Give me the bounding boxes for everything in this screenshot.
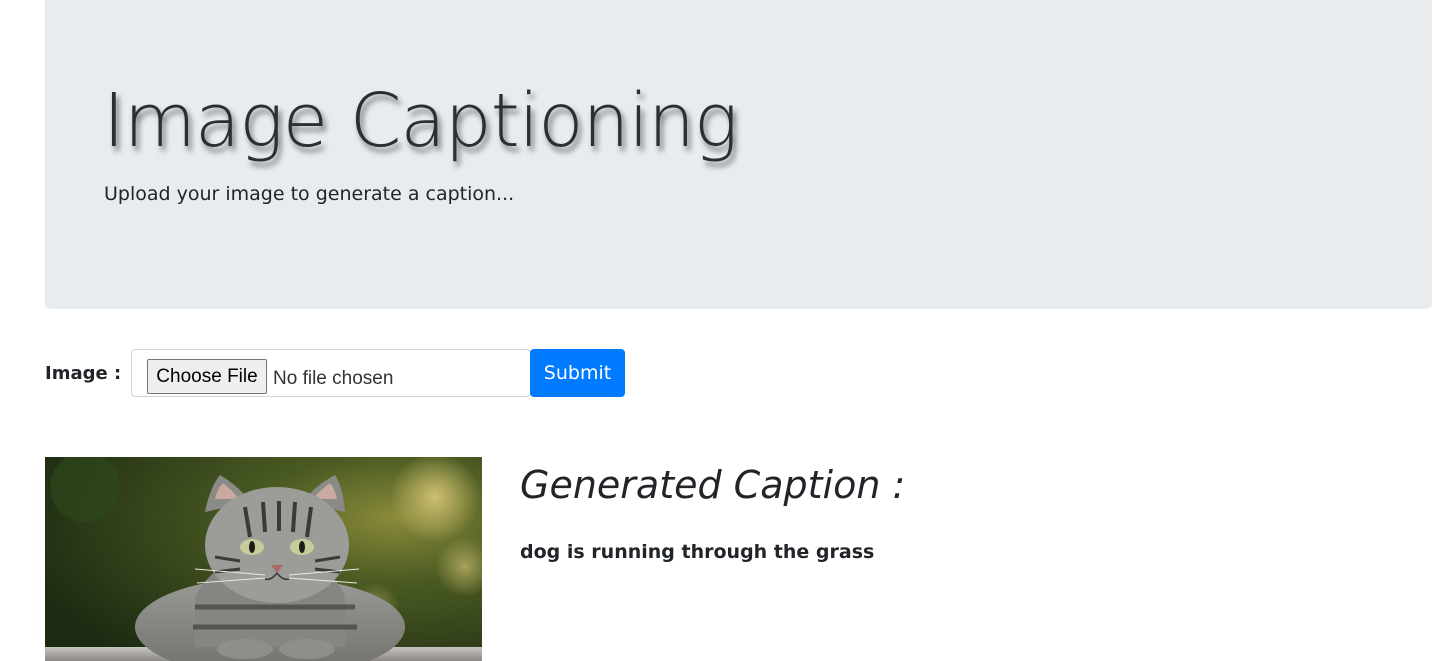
file-input[interactable]: Choose File No file chosen — [131, 349, 531, 397]
page-title: Image Captioning — [103, 78, 738, 164]
upload-form: Image : Choose File No file chosen Submi… — [45, 349, 645, 397]
caption-heading: Generated Caption : — [520, 463, 906, 507]
page-subtitle: Upload your image to generate a caption.… — [104, 183, 515, 205]
uploaded-cat-image — [45, 457, 482, 661]
file-status-text: No file chosen — [273, 368, 394, 389]
image-field-label: Image : — [45, 363, 122, 384]
submit-button[interactable]: Submit — [530, 349, 625, 397]
choose-file-button[interactable]: Choose File — [147, 359, 267, 394]
header-jumbotron: Image Captioning Upload your image to ge… — [45, 0, 1432, 309]
generated-caption: dog is running through the grass — [520, 541, 875, 563]
